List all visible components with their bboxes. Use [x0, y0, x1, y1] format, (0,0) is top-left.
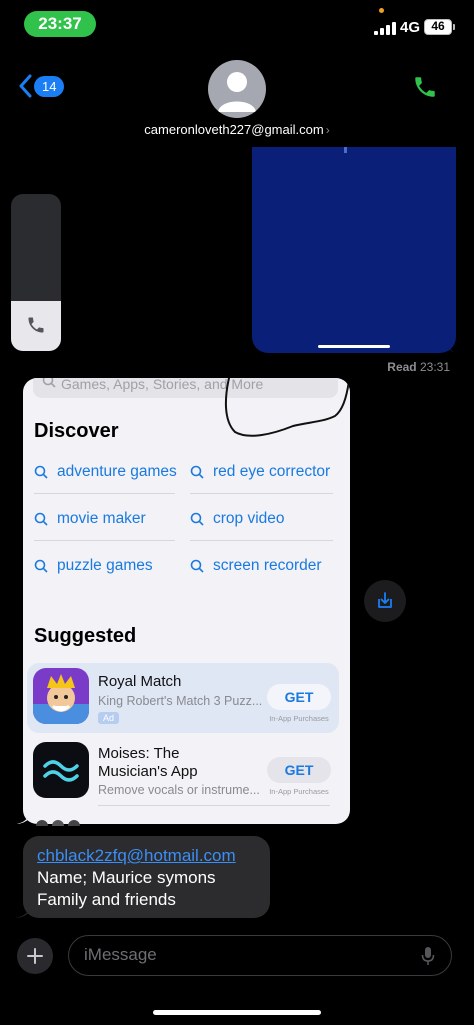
- cellular-signal-icon: [374, 22, 396, 35]
- discover-item: movie maker: [34, 507, 146, 531]
- in-app-purchases-note: In-App Purchases: [269, 714, 329, 723]
- search-icon: [34, 465, 48, 479]
- status-bar: 23:37 4G 46: [0, 0, 474, 48]
- app-name: Royal Match: [98, 673, 182, 690]
- discover-item: screen recorder: [190, 554, 322, 578]
- image-detail: [344, 147, 347, 153]
- get-button: GET: [267, 757, 331, 783]
- message-line: Family and friends: [37, 890, 176, 909]
- network-type: 4G: [400, 19, 421, 36]
- search-icon: [34, 512, 48, 526]
- get-button: GET: [267, 684, 331, 710]
- imessage-input[interactable]: [84, 945, 404, 965]
- app-subtitle: Remove vocals or instrume...: [98, 783, 260, 797]
- phone-icon: [28, 317, 44, 333]
- contact-name: cameronloveth227@gmail.com: [144, 122, 324, 137]
- discover-item: red eye corrector: [190, 460, 330, 484]
- back-button[interactable]: 14: [18, 74, 65, 98]
- chevron-left-icon: [19, 74, 32, 98]
- email-link[interactable]: chblack2zfq@hotmail.com: [37, 845, 256, 867]
- chevron-right-icon: ›: [325, 123, 330, 137]
- divider: [190, 540, 333, 541]
- contact-avatar[interactable]: [208, 60, 266, 118]
- app-name: Moises: The Musician's App: [98, 745, 198, 780]
- received-bubble-tail: [16, 812, 30, 824]
- moises-app-icon: [33, 742, 89, 798]
- received-text-message[interactable]: chblack2zfq@hotmail.com Name; Maurice sy…: [23, 836, 270, 918]
- search-icon: [190, 512, 204, 526]
- divider: [190, 493, 333, 494]
- ad-badge: Ad: [98, 712, 120, 724]
- download-icon: [378, 592, 392, 608]
- received-bubble-tail: [15, 904, 31, 918]
- suggested-title: Suggested: [34, 625, 137, 647]
- sent-image-message[interactable]: [252, 147, 456, 353]
- divider: [34, 540, 175, 541]
- battery-tip: [453, 24, 455, 30]
- read-receipt: Read 23:31: [387, 360, 450, 374]
- royal-match-app-icon: [33, 668, 89, 724]
- imessage-input-container: [68, 935, 452, 976]
- person-icon: [218, 72, 256, 112]
- divider: [34, 493, 175, 494]
- search-icon: [190, 465, 204, 479]
- add-attachment-button[interactable]: [17, 938, 53, 974]
- app-row-moises: Moises: The Musician's App Remove vocals…: [27, 738, 339, 808]
- unread-count-badge: 14: [34, 75, 65, 97]
- phone-call-icon[interactable]: [412, 74, 438, 100]
- discover-item: crop video: [190, 507, 285, 531]
- partial-app-icons: [36, 820, 80, 826]
- privacy-indicator-dot: [379, 8, 384, 13]
- discover-title: Discover: [34, 420, 119, 442]
- message-line: Name; Maurice symons: [37, 868, 216, 887]
- battery-icon: 46: [424, 19, 452, 35]
- microphone-icon[interactable]: [421, 946, 435, 966]
- search-icon: [34, 559, 48, 573]
- app-store-screenshot-message[interactable]: Games, Apps, Stories, and More Discover …: [23, 378, 350, 824]
- divider: [98, 805, 330, 806]
- search-icon: [190, 559, 204, 573]
- received-image-widget[interactable]: [11, 194, 61, 351]
- in-app-purchases-note: In-App Purchases: [269, 787, 329, 796]
- discover-item: adventure games: [34, 460, 177, 484]
- app-row-royal-match: Royal Match King Robert's Match 3 Puzz..…: [27, 663, 339, 733]
- status-time: 23:37: [24, 11, 96, 37]
- hand-drawn-scribble: [224, 378, 350, 437]
- contact-name-button[interactable]: cameronloveth227@gmail.com ›: [0, 122, 474, 137]
- app-subtitle: King Robert's Match 3 Puzz...: [98, 694, 263, 708]
- sent-bubble-tail: [446, 340, 460, 354]
- home-indicator[interactable]: [153, 1010, 321, 1015]
- save-image-button[interactable]: [364, 580, 406, 622]
- discover-item: puzzle games: [34, 554, 153, 578]
- read-time: 23:31: [419, 360, 450, 374]
- search-icon: [42, 378, 56, 388]
- image-home-indicator: [318, 345, 390, 348]
